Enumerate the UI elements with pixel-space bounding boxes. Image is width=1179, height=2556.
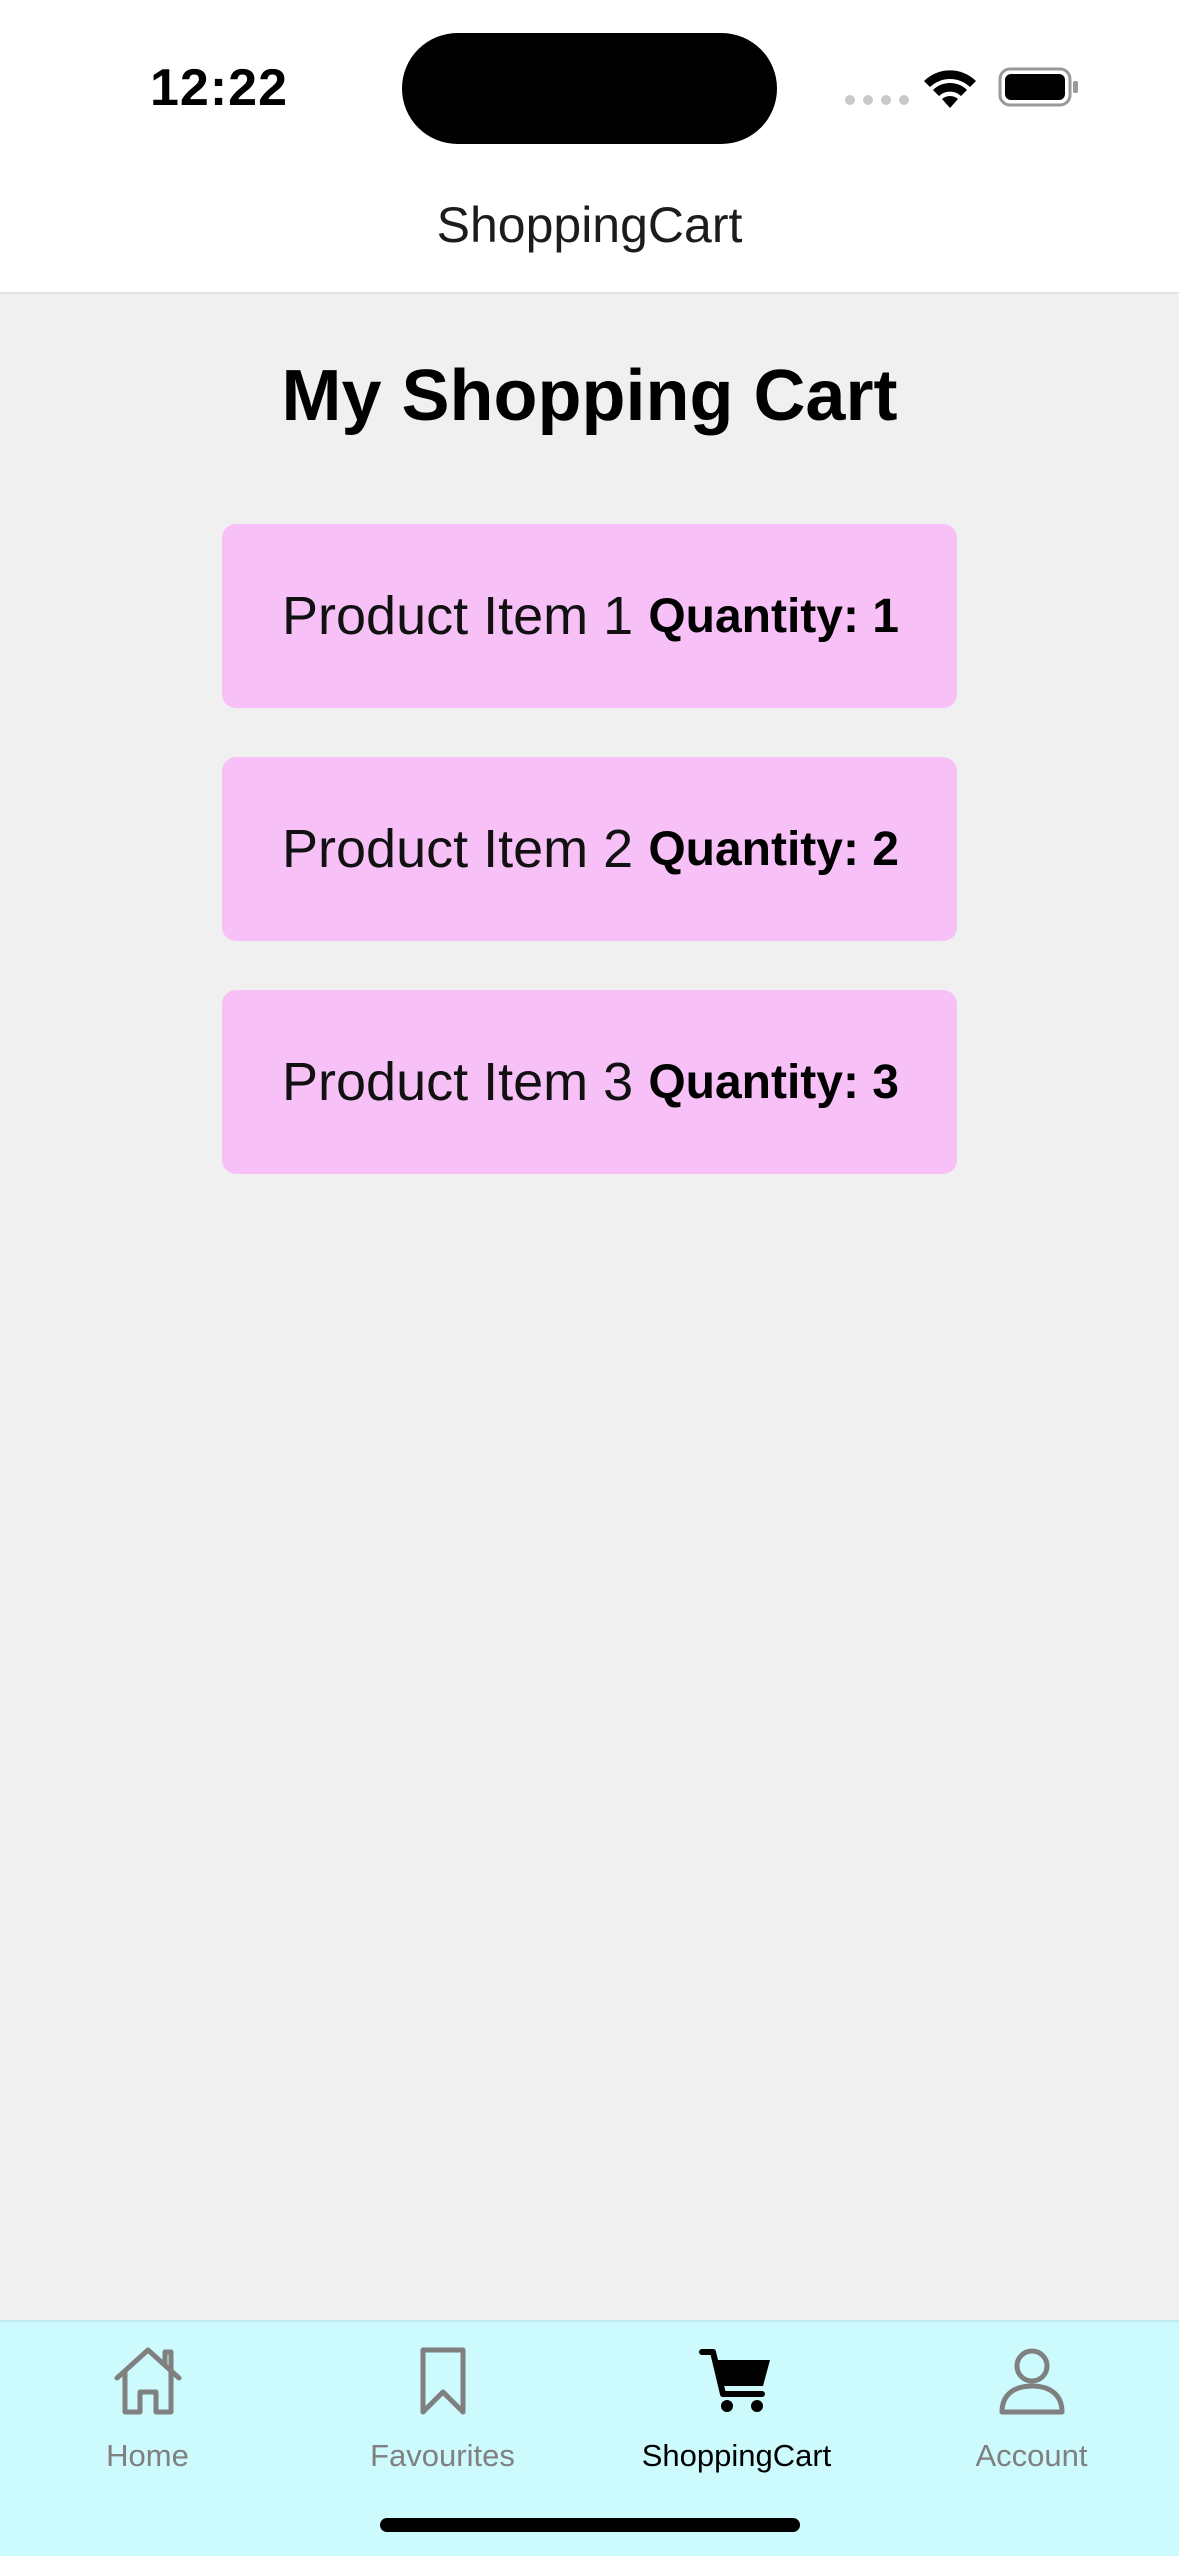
cart-list: Product Item 1 Quantity: 1 Product Item … [222,524,957,1223]
home-icon [114,2347,181,2415]
status-time: 12:22 [150,59,288,117]
tab-account[interactable]: Account [884,2340,1179,2490]
item-quantity: Quantity: 3 [648,1055,899,1109]
battery-icon [998,67,1078,107]
header-title: ShoppingCart [436,197,743,253]
tab-label: Favourites [370,2438,515,2473]
cart-item[interactable]: Product Item 1 Quantity: 1 [222,524,957,708]
item-quantity: Quantity: 2 [648,822,899,876]
dynamic-island [402,33,777,144]
tab-shoppingcart[interactable]: ShoppingCart [589,2340,884,2490]
bookmark-icon [420,2347,465,2415]
tab-label: ShoppingCart [641,2438,832,2473]
tab-label: Account [975,2438,1088,2473]
item-quantity: Quantity: 1 [648,589,899,643]
item-name: Product Item 2 [282,819,634,879]
wifi-icon [924,70,976,108]
cart-item[interactable]: Product Item 2 Quantity: 2 [222,757,957,941]
page-title: My Shopping Cart [281,356,898,436]
cart-item[interactable]: Product Item 3 Quantity: 3 [222,990,957,1174]
tab-label: Home [106,2438,189,2473]
person-icon [999,2348,1064,2415]
tab-home[interactable]: Home [0,2340,295,2490]
tab-favourites[interactable]: Favourites [295,2340,590,2490]
item-name: Product Item 3 [282,1052,634,1112]
signal-icon [845,95,909,105]
top-bar: 12:22 ShoppingCart [0,0,1179,294]
cart-icon [698,2349,770,2412]
item-name: Product Item 1 [282,586,634,646]
home-indicator[interactable] [380,2518,800,2532]
screen: 12:22 ShoppingCart My Shopping Cart Prod… [0,0,1179,2556]
